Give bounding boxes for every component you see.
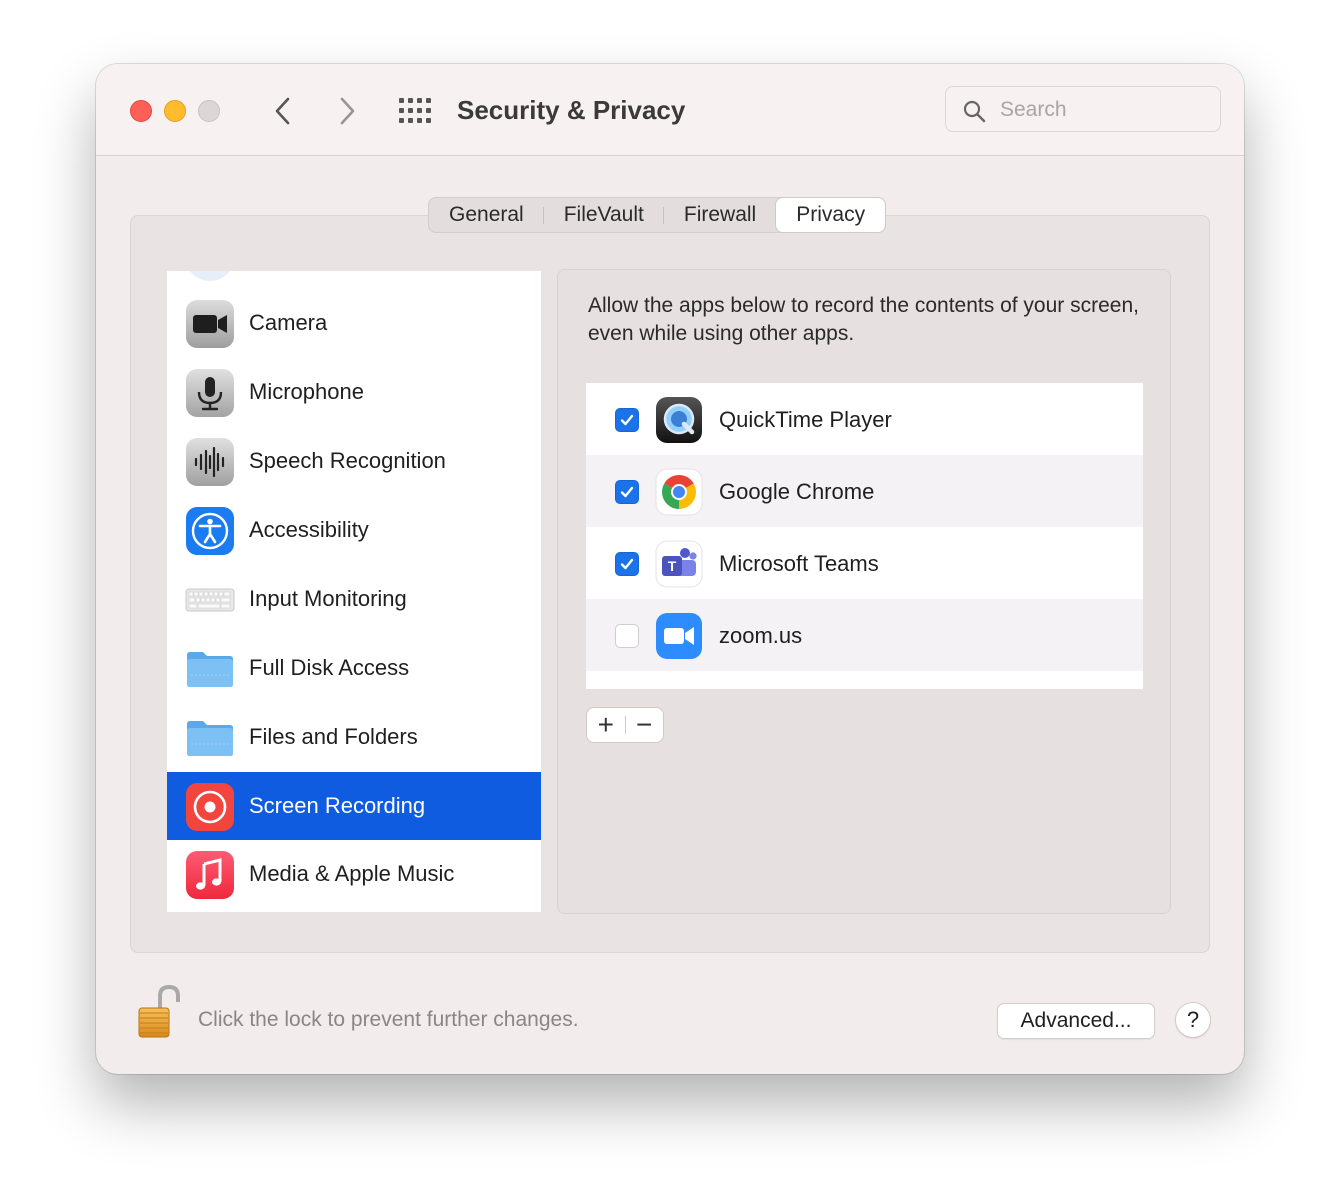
tab-filevault[interactable]: FileVault	[544, 198, 665, 232]
sidebar-item-files-and-folders[interactable]: Files and Folders	[167, 703, 541, 772]
location-icon	[185, 271, 235, 281]
panel-description: Allow the apps below to record the conte…	[588, 294, 1139, 345]
back-button[interactable]	[268, 94, 298, 128]
preferences-window: Security & Privacy General FileVault Fir…	[96, 64, 1244, 1074]
app-row-zoom[interactable]: zoom.us	[586, 599, 1143, 671]
app-name: zoom.us	[719, 623, 803, 648]
music-icon	[186, 851, 234, 899]
search-field[interactable]	[945, 86, 1221, 132]
sidebar-item-label: Microphone	[249, 379, 364, 404]
sidebar-item-speech-recognition[interactable]: Speech Recognition	[167, 427, 541, 496]
tab-bar: General FileVault Firewall Privacy	[428, 197, 887, 233]
tab-firewall[interactable]: Firewall	[664, 198, 776, 232]
accessibility-icon	[186, 507, 234, 555]
app-name: QuickTime Player	[719, 407, 892, 432]
sidebar-item-label: Media & Apple Music	[249, 861, 455, 886]
sidebar-item-label: Screen Recording	[249, 793, 426, 818]
grid-icon	[399, 98, 431, 123]
chevron-right-icon	[340, 97, 355, 125]
help-button[interactable]: ?	[1175, 1002, 1211, 1038]
sidebar-item-screen-recording[interactable]: Screen Recording	[167, 772, 541, 840]
sidebar-item-media-apple-music[interactable]: Media & Apple Music	[167, 840, 541, 909]
app-row-quicktime[interactable]: QuickTime Player	[586, 383, 1143, 455]
sidebar-item-full-disk-access[interactable]: Full Disk Access	[167, 634, 541, 703]
sidebar-item-label: Files and Folders	[249, 724, 418, 749]
screen-recording-icon	[186, 783, 234, 831]
sidebar-item-label: Full Disk Access	[249, 655, 410, 680]
advanced-button[interactable]: Advanced...	[997, 1003, 1155, 1039]
tab-general[interactable]: General	[429, 198, 544, 232]
app-row-chrome[interactable]: Google Chrome	[586, 455, 1143, 527]
unlocked-padlock-icon[interactable]	[136, 984, 182, 1040]
speech-recognition-icon	[186, 438, 234, 486]
show-all-button[interactable]	[398, 97, 432, 125]
sidebar-item-label: Camera	[249, 310, 328, 335]
close-button[interactable]	[130, 100, 152, 122]
teams-icon: T	[655, 540, 703, 588]
sidebar-item-label: Accessibility	[249, 517, 369, 542]
app-list[interactable]: QuickTime Player Google Chrome T Microso…	[586, 383, 1143, 689]
privacy-category-list[interactable]: Camera Microphone Speech Recognition Acc…	[167, 271, 541, 912]
sidebar-item-label: Input Monitoring	[249, 586, 407, 611]
search-input[interactable]	[998, 93, 1212, 127]
zoom-button[interactable]	[198, 100, 220, 122]
window-title: Security & Privacy	[457, 95, 686, 125]
forward-button[interactable]	[332, 94, 362, 128]
screen-recording-panel: Allow the apps below to record the conte…	[557, 269, 1171, 914]
add-remove-control: + −	[586, 707, 664, 743]
sidebar-item-label: Speech Recognition	[249, 448, 446, 473]
app-name: Microsoft Teams	[719, 551, 879, 576]
checkmark-icon	[620, 414, 634, 426]
sidebar-item-camera[interactable]: Camera	[167, 289, 541, 358]
sidebar-item-accessibility[interactable]: Accessibility	[167, 496, 541, 565]
app-checkbox[interactable]	[615, 480, 639, 504]
keyboard-icon	[185, 588, 235, 612]
minimize-button[interactable]	[164, 100, 186, 122]
app-name: Google Chrome	[719, 479, 875, 504]
svg-text:T: T	[668, 558, 677, 574]
microphone-icon	[186, 369, 234, 417]
quicktime-icon	[656, 397, 702, 443]
tab-privacy[interactable]: Privacy	[776, 198, 886, 232]
chrome-icon	[655, 468, 703, 516]
search-icon	[963, 100, 986, 123]
folder-icon	[187, 721, 233, 756]
remove-app-button[interactable]: −	[625, 708, 663, 742]
chevron-left-icon	[275, 97, 290, 125]
camera-icon	[186, 300, 234, 348]
add-app-button[interactable]: +	[587, 708, 625, 742]
checkmark-icon	[620, 558, 634, 570]
app-row-teams[interactable]: T Microsoft Teams	[586, 527, 1143, 599]
sidebar-item-input-monitoring[interactable]: Input Monitoring	[167, 565, 541, 634]
checkmark-icon	[620, 486, 634, 498]
lock-status-text: Click the lock to prevent further change…	[198, 1008, 579, 1031]
folder-icon	[187, 652, 233, 687]
app-checkbox[interactable]	[615, 408, 639, 432]
sidebar-item-microphone[interactable]: Microphone	[167, 358, 541, 427]
zoom-icon	[656, 613, 702, 659]
app-checkbox[interactable]	[615, 624, 639, 648]
titlebar: Security & Privacy	[96, 64, 1244, 156]
app-checkbox[interactable]	[615, 552, 639, 576]
